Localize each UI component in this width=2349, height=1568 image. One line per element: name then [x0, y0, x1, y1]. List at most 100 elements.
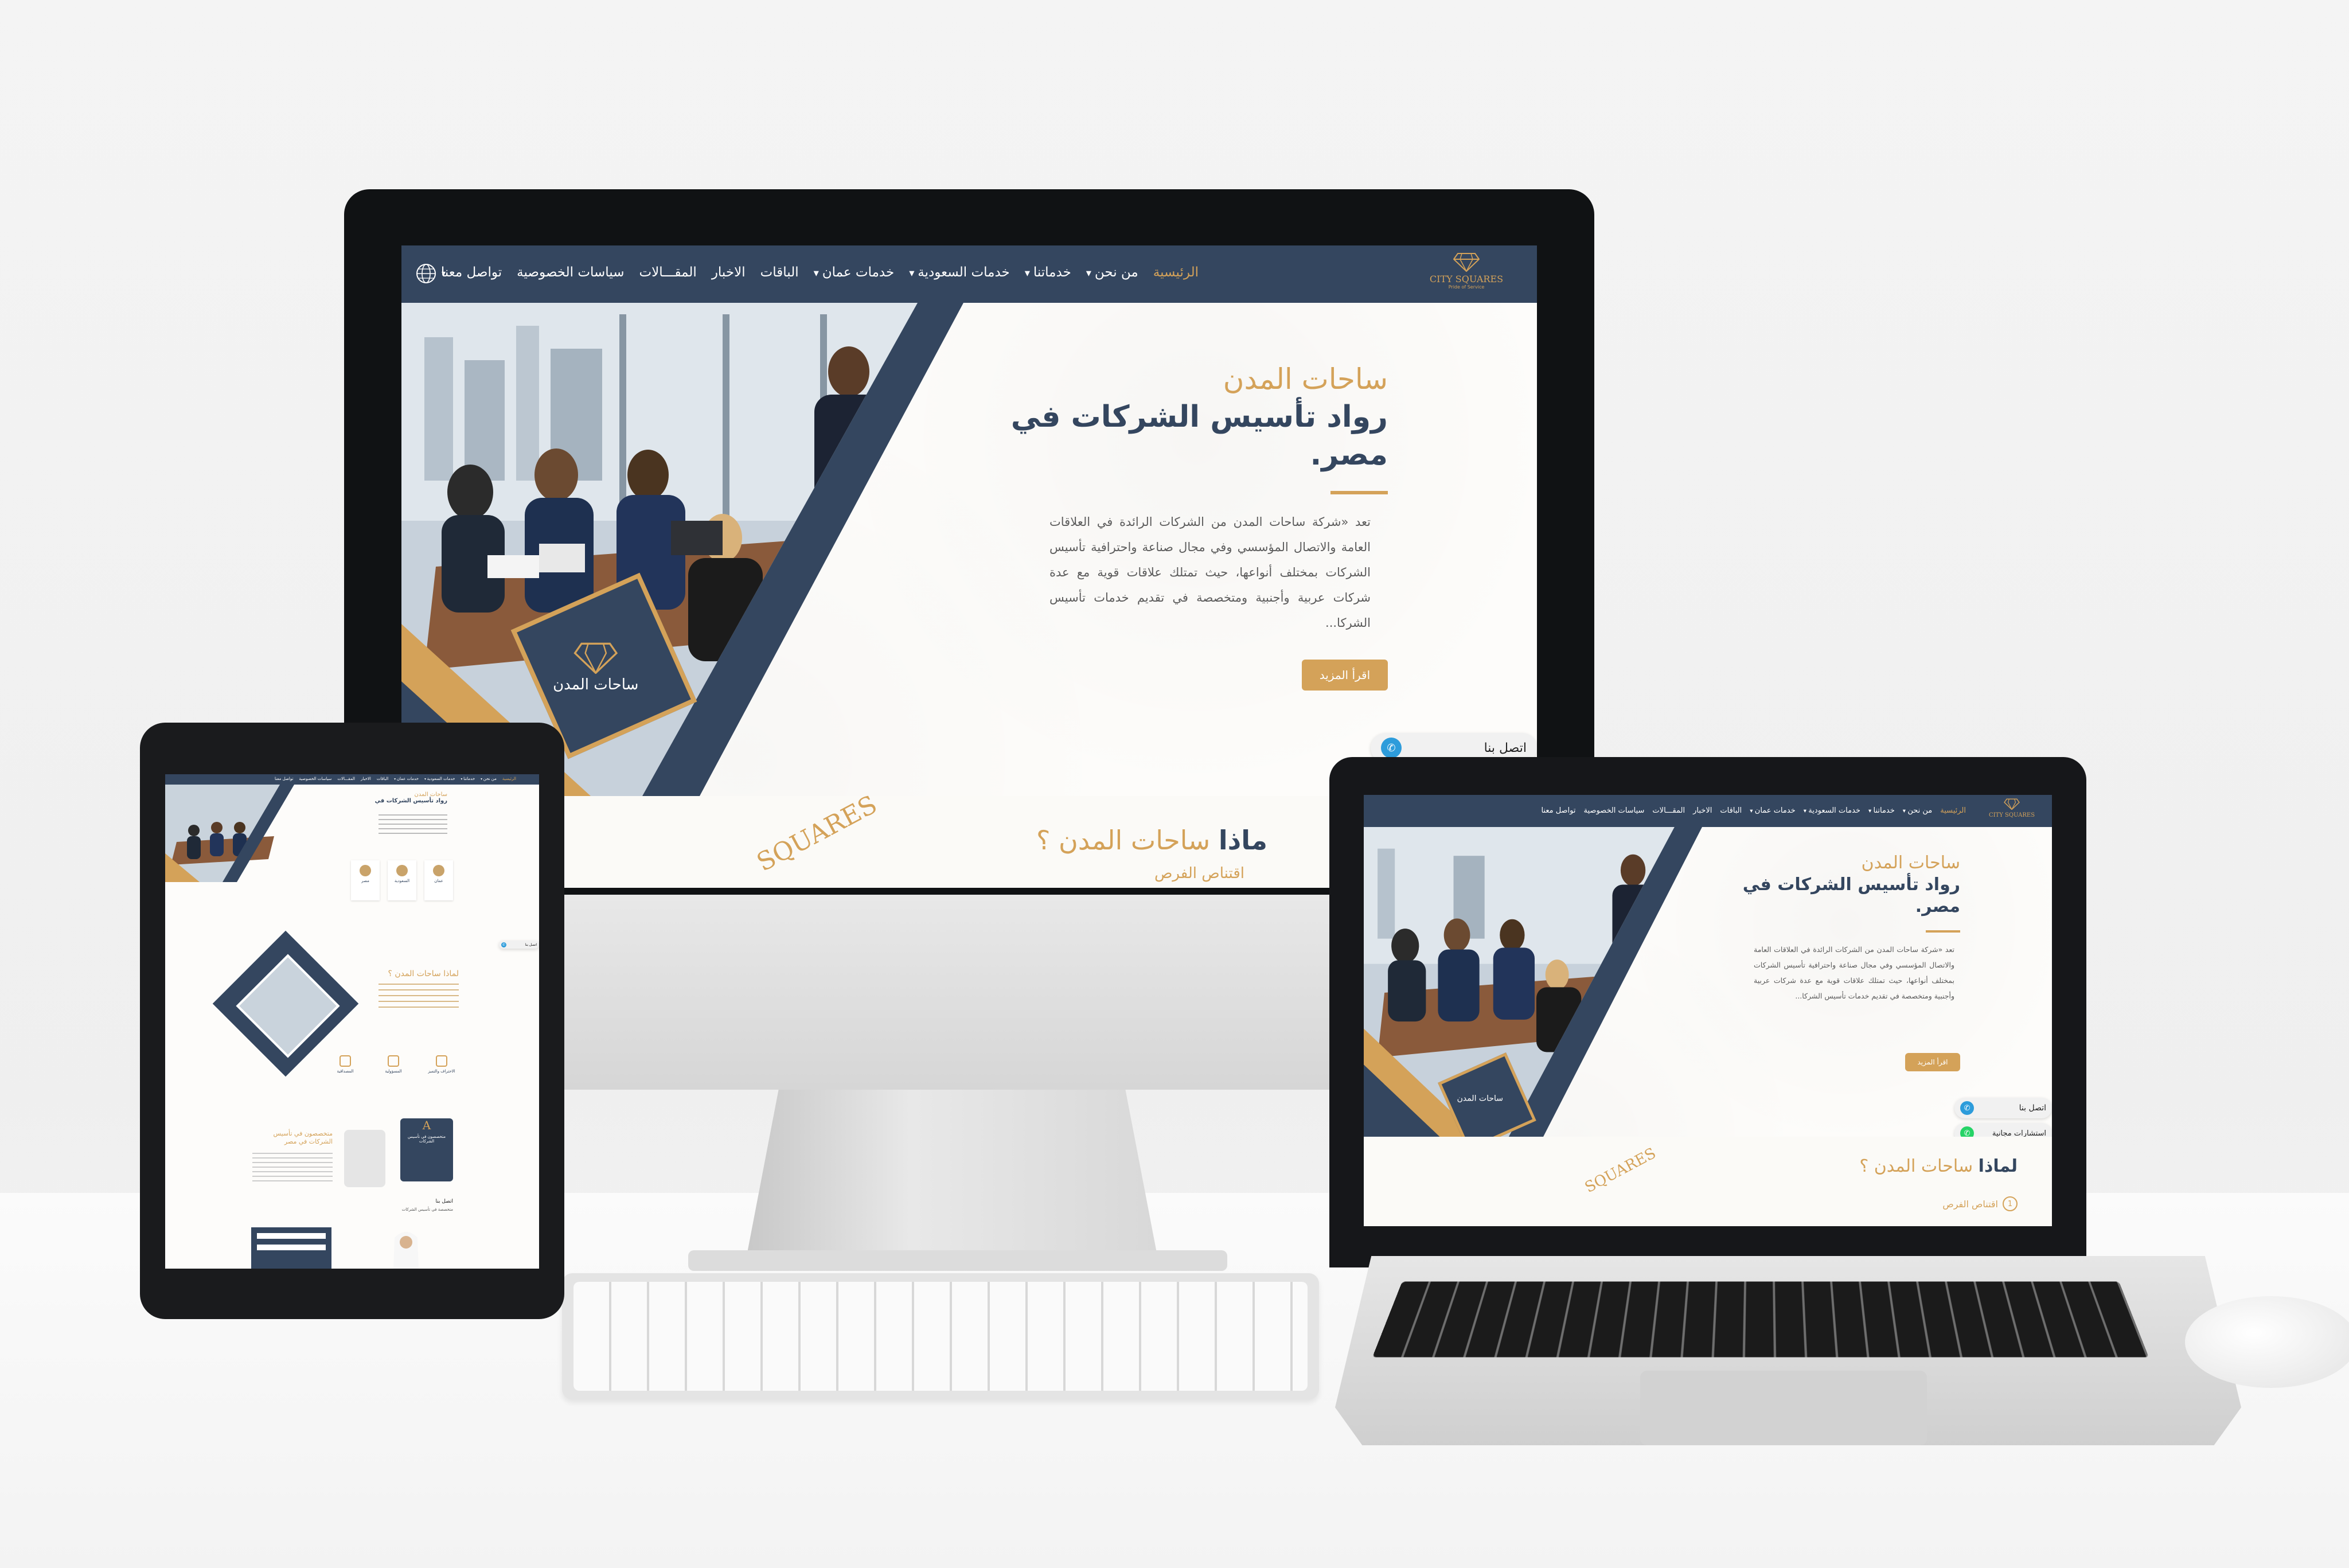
- nav-item[interactable]: خدمات عمان: [1750, 806, 1795, 815]
- nav-item[interactable]: الاخبار: [712, 265, 746, 280]
- tablet-hero-title-gold: ساحات المدن: [375, 791, 447, 798]
- nav-item[interactable]: سياسات الخصوصية: [299, 777, 331, 781]
- feature-icon: [388, 1055, 399, 1067]
- why-title-prefix: ماذا: [1219, 825, 1267, 856]
- hero-title-gold: ساحات المدن: [986, 360, 1388, 398]
- tablet-features: الاحتراف والتميز المسؤولية المصداقية: [328, 1055, 459, 1074]
- nav-item[interactable]: من نحن: [481, 777, 497, 781]
- laptop-contact-label: اتصل بنا: [2019, 1103, 2046, 1113]
- monitor-stand: [746, 1090, 1158, 1262]
- laptop-contact-pill[interactable]: اتصل بنا ✆: [1954, 1098, 2052, 1118]
- tablet-contact-pill[interactable]: اتصل بنا ✆: [499, 941, 539, 949]
- laptop-hero-paragraph: تعد «شركة ساحات المدن من الشركات الرائدة…: [1754, 942, 1954, 1004]
- nav-item[interactable]: خدمات السعودية: [909, 265, 1010, 280]
- tablet-hero-text: ساحات المدن رواد تأسيس الشركات في: [375, 791, 447, 804]
- nav-item[interactable]: المقـــالات: [337, 777, 355, 781]
- laptop-phone-icon: ✆: [1960, 1101, 1974, 1115]
- nav-item[interactable]: تواصل معنا: [1541, 806, 1575, 815]
- nav-item[interactable]: الاخبار: [1693, 806, 1712, 815]
- tablet-contact-label: اتصل بنا: [525, 943, 537, 947]
- feature-icon: [340, 1055, 351, 1067]
- tablet-hero-photo: [165, 785, 303, 882]
- laptop-logo[interactable]: CITY SQUARES: [1983, 798, 2040, 818]
- nav-item[interactable]: الباقات: [377, 777, 388, 781]
- nav-item[interactable]: من نحن: [1086, 265, 1138, 280]
- tablet-form-box: [251, 1227, 331, 1269]
- tablet-dark-card: A متخصصون في تأسيس الشركات: [400, 1118, 453, 1181]
- nav-item[interactable]: المقـــالات: [639, 265, 696, 280]
- tablet-dark-card-letter: A: [400, 1118, 453, 1132]
- tablet-feature: المسؤولية: [376, 1055, 411, 1074]
- feature-label: الاحتراف والتميز: [424, 1069, 459, 1074]
- laptop-hero-title-line3: مصر.: [1731, 896, 1960, 918]
- nav-item[interactable]: خدمات عمان: [814, 265, 895, 280]
- nav-item[interactable]: الرئيسية: [1940, 806, 1966, 815]
- country-label: السعودية: [388, 879, 416, 883]
- nav-item[interactable]: الاخبار: [361, 777, 371, 781]
- read-more-button[interactable]: اقرأ المزيد: [1302, 660, 1388, 691]
- why-item-1: اقتناص الفرص: [1154, 865, 1244, 882]
- hero-photo: [401, 303, 963, 796]
- hero-underline: [1330, 491, 1388, 494]
- tablet-promo-text: [252, 1153, 333, 1181]
- nav-item[interactable]: الباقات: [760, 265, 799, 280]
- tablet-phone-icon: ✆: [501, 942, 506, 947]
- laptop-hero-title-line2: رواد تأسيس الشركات في: [1731, 874, 1960, 896]
- hero-text: ساحات المدن رواد تأسيس الشركات في مصر.: [986, 360, 1388, 474]
- feature-label: المصداقية: [328, 1069, 362, 1074]
- nav-item[interactable]: خدماتنا: [461, 777, 475, 781]
- monitor-base: [688, 1250, 1227, 1271]
- laptop-badge-text: ساحات المدن: [1446, 1069, 1515, 1103]
- laptop-why-title-prefix: لماذا: [1979, 1156, 2018, 1176]
- nav-item[interactable]: خدمات السعودية: [1804, 806, 1860, 815]
- hero-paragraph: تعد «شركة ساحات المدن من الشركات الرائدة…: [1049, 509, 1371, 635]
- tablet-country-cards: عمان السعودية مصر: [351, 860, 453, 900]
- country-image: [396, 865, 408, 876]
- nav-item[interactable]: تواصل معنا: [441, 265, 502, 280]
- nav-item[interactable]: الباقات: [1720, 806, 1742, 815]
- laptop-hero-photo: [1364, 827, 1702, 1137]
- diamond-logo-icon: [1453, 252, 1480, 272]
- tablet-why-title: لماذا ساحات المدن ؟: [388, 969, 459, 978]
- nav-item[interactable]: خدماتنا: [1025, 265, 1071, 280]
- nav-item[interactable]: تواصل معنا: [275, 777, 293, 781]
- nav-item[interactable]: خدمات عمان: [394, 777, 419, 781]
- badge-diamond-icon: [573, 642, 619, 674]
- tablet-promo-title: متخصصون في تأسيس الشركات في مصر: [252, 1130, 333, 1146]
- country-image: [433, 865, 444, 876]
- logo-subtext: Pride of Service: [1423, 284, 1509, 290]
- laptop-read-more-button[interactable]: اقرأ المزيد: [1905, 1053, 1960, 1071]
- feature-label: المسؤولية: [376, 1069, 411, 1074]
- tablet-country-card[interactable]: السعودية: [388, 860, 416, 900]
- nav-item[interactable]: المقـــالات: [1652, 806, 1685, 815]
- nav-item[interactable]: من نحن: [1903, 806, 1932, 815]
- language-switcher[interactable]: ▾: [415, 263, 446, 284]
- laptop-hero-underline: [1926, 930, 1960, 933]
- tablet-person: [383, 1227, 429, 1269]
- feature-icon: [436, 1055, 447, 1067]
- mouse: [2185, 1296, 2349, 1388]
- laptop-hero-title-gold: ساحات المدن: [1731, 852, 1960, 874]
- nav-item[interactable]: سياسات الخصوصية: [1584, 806, 1645, 815]
- nav-item[interactable]: الرئيسية: [1153, 265, 1199, 280]
- tablet-country-card[interactable]: عمان: [424, 860, 453, 900]
- nav-item[interactable]: خدمات السعودية: [424, 777, 455, 781]
- logo[interactable]: CITY SQUARES Pride of Service: [1423, 252, 1509, 290]
- nav-item[interactable]: الرئيسية: [502, 777, 516, 781]
- laptop-why-item-1: 1 اقتناص الفرص: [1942, 1196, 2018, 1211]
- why-item-number: 1: [2003, 1196, 2018, 1211]
- badge-text: ساحات المدن: [530, 676, 662, 693]
- tablet-feature: المصداقية: [328, 1055, 362, 1074]
- laptop-nav-items: الرئيسية من نحن خدماتنا خدمات السعودية خدمات…: [1541, 806, 1966, 815]
- main-nav: CITY SQUARES Pride of Service الرئيسية من…: [401, 245, 1537, 303]
- tablet-dark-card-text: متخصصون في تأسيس الشركات: [400, 1132, 453, 1146]
- nav-item[interactable]: سياسات الخصوصية: [517, 265, 624, 280]
- phone-icon: ✆: [1381, 738, 1402, 758]
- contact-us-label: اتصل بنا: [1484, 741, 1527, 755]
- tablet-country-card[interactable]: مصر: [351, 860, 380, 900]
- tablet-hero-paragraph: [379, 814, 447, 837]
- tablet-hero-title: رواد تأسيس الشركات في: [375, 798, 447, 804]
- tablet-call-label: اتصل بنا: [436, 1199, 453, 1204]
- laptop-website: CITY SQUARES الرئيسية من نحن خدماتنا خدمات …: [1364, 795, 2052, 1226]
- nav-item[interactable]: خدماتنا: [1868, 806, 1895, 815]
